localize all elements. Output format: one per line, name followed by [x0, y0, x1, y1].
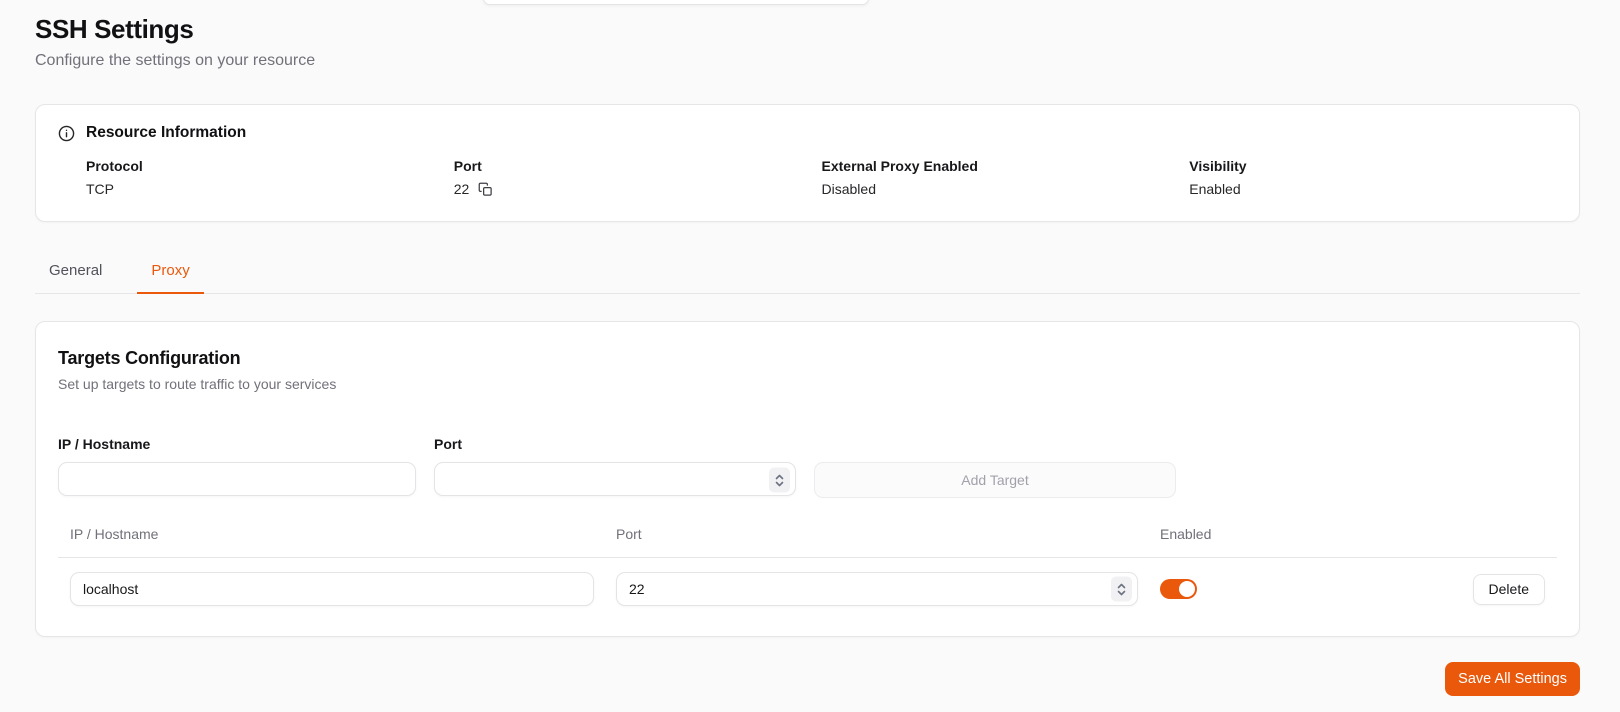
field-label: External Proxy Enabled: [822, 158, 1190, 174]
field-label: Visibility: [1189, 158, 1557, 174]
row-port-input[interactable]: [616, 572, 1138, 606]
tab-general[interactable]: General: [35, 251, 116, 294]
number-stepper-icon[interactable]: [769, 468, 790, 493]
targets-table: IP / Hostname Port Enabled: [58, 526, 1557, 606]
save-all-settings-button[interactable]: Save All Settings: [1445, 662, 1580, 696]
field-port: Port 22: [454, 158, 822, 197]
top-bar-remnant: [483, 0, 869, 5]
copy-icon[interactable]: [478, 182, 493, 197]
number-stepper-icon[interactable]: [1111, 577, 1132, 602]
field-label: Protocol: [86, 158, 454, 174]
resource-fields: Protocol TCP Port 22 External Proxy Enab…: [86, 158, 1557, 197]
page-title: SSH Settings: [35, 14, 1580, 45]
table-divider: [58, 557, 1557, 558]
toggle-knob: [1179, 581, 1195, 597]
page-subtitle: Configure the settings on your resource: [35, 52, 1580, 70]
port-input-wrap: [434, 462, 796, 498]
add-target-button[interactable]: Add Target: [814, 462, 1176, 498]
column-header-port: Port: [616, 526, 1138, 542]
row-ip-input[interactable]: [70, 572, 594, 606]
column-header-ip: IP / Hostname: [70, 526, 594, 542]
column-header-enabled: Enabled: [1160, 526, 1523, 542]
settings-tabs: General Proxy: [35, 251, 1580, 294]
delete-button[interactable]: Delete: [1473, 574, 1545, 605]
field-label: Port: [454, 158, 822, 174]
field-value: Enabled: [1189, 181, 1557, 197]
field-value: Disabled: [822, 181, 1190, 197]
table-row: Delete: [58, 572, 1557, 606]
field-visibility: Visibility Enabled: [1189, 158, 1557, 197]
footer-actions: Save All Settings: [35, 662, 1580, 696]
tab-proxy[interactable]: Proxy: [137, 251, 203, 294]
add-target-form: IP / Hostname Port Add Target: [58, 436, 1557, 498]
field-protocol: Protocol TCP: [86, 158, 454, 197]
ip-hostname-label: IP / Hostname: [58, 436, 416, 452]
row-port-input-wrap: [616, 572, 1138, 606]
info-icon: [58, 125, 75, 142]
field-value: TCP: [86, 181, 454, 197]
settings-page: SSH Settings Configure the settings on y…: [0, 0, 1620, 696]
targets-subtitle: Set up targets to route traffic to your …: [58, 376, 1557, 392]
port-value: 22: [454, 181, 470, 197]
targets-configuration-card: Targets Configuration Set up targets to …: [35, 321, 1580, 637]
table-header-row: IP / Hostname Port Enabled: [58, 526, 1557, 542]
port-input[interactable]: [434, 462, 796, 496]
resource-information-card: Resource Information Protocol TCP Port 2…: [35, 104, 1580, 222]
field-external-proxy: External Proxy Enabled Disabled: [822, 158, 1190, 197]
field-value: 22: [454, 181, 822, 197]
ip-hostname-input[interactable]: [58, 462, 416, 496]
targets-title: Targets Configuration: [58, 348, 1557, 369]
enabled-toggle[interactable]: [1160, 579, 1197, 599]
resource-information-title: Resource Information: [86, 124, 246, 142]
port-label: Port: [434, 436, 796, 452]
